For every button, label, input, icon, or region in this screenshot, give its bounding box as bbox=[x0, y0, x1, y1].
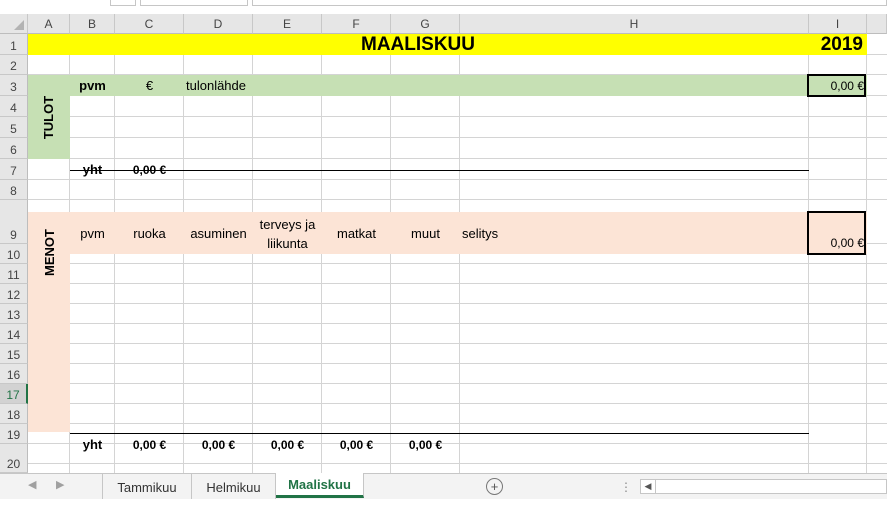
income-source-header[interactable]: tulonlähde bbox=[186, 75, 306, 96]
triangle-left-icon[interactable]: ◀ bbox=[641, 480, 656, 493]
expense-total-housing[interactable]: 0,00 € bbox=[184, 434, 253, 455]
row-header[interactable]: 18 bbox=[0, 404, 28, 424]
gridline bbox=[28, 263, 887, 264]
sheet-tab-bar: ◀ ▶ Tammikuu Helmikuu Maaliskuu + ⋮ ◀ bbox=[0, 473, 887, 500]
column-header-i[interactable]: I bbox=[809, 14, 867, 34]
column-header-g[interactable]: G bbox=[391, 14, 460, 34]
row-header[interactable]: 16 bbox=[0, 364, 28, 384]
row-header[interactable]: 1 bbox=[0, 34, 28, 55]
expense-health-header-line1[interactable]: terveys ja bbox=[253, 214, 322, 234]
expense-total-other[interactable]: 0,00 € bbox=[391, 434, 460, 455]
expense-travel-header[interactable]: matkat bbox=[322, 212, 391, 254]
formula-bar-edge bbox=[252, 0, 887, 6]
gridline bbox=[28, 116, 887, 117]
worksheet-grid[interactable]: A B C D E F G H I 1 2 3 4 5 6 7 8 9 10 1… bbox=[0, 14, 887, 473]
row-header[interactable]: 12 bbox=[0, 284, 28, 304]
column-header-h[interactable]: H bbox=[460, 14, 809, 34]
row-header[interactable]: 7 bbox=[0, 159, 28, 180]
income-total-label[interactable]: yht bbox=[70, 159, 115, 180]
gridline bbox=[28, 199, 887, 200]
row-header[interactable]: 4 bbox=[0, 96, 28, 117]
scroll-thumb[interactable] bbox=[658, 481, 885, 492]
expense-total-label[interactable]: yht bbox=[70, 434, 115, 455]
column-header-e[interactable]: E bbox=[253, 14, 322, 34]
column-header-j[interactable] bbox=[867, 14, 887, 34]
top-strip bbox=[0, 0, 887, 14]
row-header[interactable]: 20 bbox=[0, 444, 28, 473]
row-header[interactable]: 15 bbox=[0, 344, 28, 364]
gridline bbox=[28, 463, 887, 464]
row-header-selected[interactable]: 17 bbox=[0, 384, 28, 404]
gridline bbox=[28, 423, 887, 424]
row-header[interactable]: 8 bbox=[0, 180, 28, 200]
title-month[interactable]: MAALISKUU bbox=[184, 34, 652, 55]
triangle-left-icon[interactable]: ◀ bbox=[28, 478, 36, 491]
expense-other-header[interactable]: muut bbox=[391, 212, 460, 254]
title-year[interactable]: 2019 bbox=[809, 34, 865, 55]
plus-circle-icon[interactable]: + bbox=[486, 478, 503, 495]
column-header-a[interactable]: A bbox=[28, 14, 70, 34]
expense-food-header[interactable]: ruoka bbox=[115, 212, 184, 254]
row-header[interactable]: 9 bbox=[0, 200, 28, 244]
triangle-right-icon[interactable]: ▶ bbox=[56, 478, 64, 491]
gridline bbox=[28, 403, 887, 404]
expense-section-label: MENOT bbox=[41, 228, 57, 276]
gridline bbox=[28, 363, 887, 364]
tab-splitter-handle[interactable]: ⋮ bbox=[620, 480, 632, 494]
column-header-b[interactable]: B bbox=[70, 14, 115, 34]
row-header[interactable]: 13 bbox=[0, 304, 28, 324]
gridline bbox=[28, 343, 887, 344]
select-all-corner[interactable] bbox=[0, 14, 28, 34]
expense-health-header-line2[interactable]: liikunta bbox=[253, 233, 322, 253]
expense-date-header[interactable]: pvm bbox=[70, 212, 115, 254]
row-header[interactable]: 10 bbox=[0, 244, 28, 264]
row-header[interactable]: 5 bbox=[0, 117, 28, 138]
expense-total-food[interactable]: 0,00 € bbox=[115, 434, 184, 455]
column-header-c[interactable]: C bbox=[115, 14, 184, 34]
sheet-tab-tammikuu[interactable]: Tammikuu bbox=[102, 474, 192, 500]
ribbon-edge bbox=[110, 0, 136, 6]
row-header[interactable]: 14 bbox=[0, 324, 28, 344]
expense-balance-cell[interactable]: 0,00 € bbox=[809, 234, 864, 252]
horizontal-scrollbar[interactable]: ◀ bbox=[640, 479, 887, 494]
sheet-tab-maaliskuu[interactable]: Maaliskuu bbox=[276, 473, 364, 498]
gridline bbox=[28, 323, 887, 324]
income-total-value[interactable]: 0,00 € bbox=[115, 159, 184, 180]
gridline bbox=[28, 137, 887, 138]
name-box-edge bbox=[140, 0, 248, 6]
sheet-tab-helmikuu[interactable]: Helmikuu bbox=[192, 474, 276, 500]
status-strip bbox=[0, 499, 887, 525]
row-header[interactable]: 2 bbox=[0, 55, 28, 75]
row-header[interactable]: 19 bbox=[0, 424, 28, 444]
income-section-label: TULOT bbox=[41, 95, 57, 139]
row-header[interactable]: 11 bbox=[0, 264, 28, 284]
expense-housing-header[interactable]: asuminen bbox=[184, 212, 253, 254]
income-date-header[interactable]: pvm bbox=[70, 75, 115, 96]
gridline bbox=[28, 283, 887, 284]
gridline bbox=[28, 383, 887, 384]
income-amount-header[interactable]: € bbox=[115, 75, 184, 96]
gridline bbox=[28, 303, 887, 304]
expense-total-travel[interactable]: 0,00 € bbox=[322, 434, 391, 455]
expense-total-health[interactable]: 0,00 € bbox=[253, 434, 322, 455]
row-header[interactable]: 3 bbox=[0, 75, 28, 96]
expense-description-header[interactable]: selitys bbox=[462, 212, 582, 254]
income-balance-cell[interactable]: 0,00 € bbox=[809, 75, 864, 96]
row-header[interactable]: 6 bbox=[0, 138, 28, 159]
column-header-f[interactable]: F bbox=[322, 14, 391, 34]
column-header-d[interactable]: D bbox=[184, 14, 253, 34]
